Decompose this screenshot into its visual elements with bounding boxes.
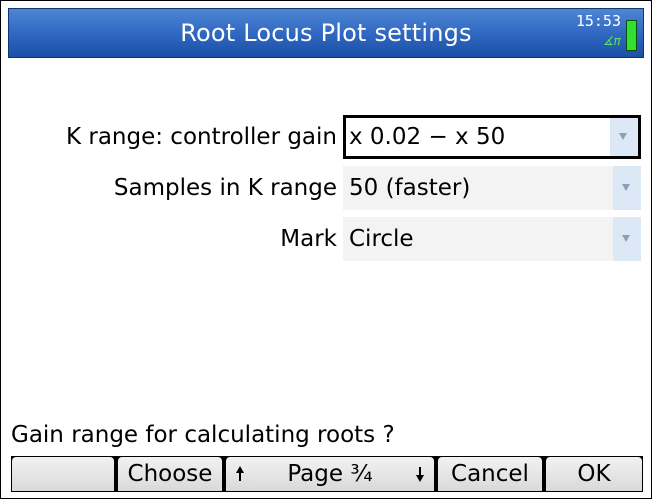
- page-up-arrow-icon: [236, 466, 244, 473]
- page-down-arrow-stem: [419, 467, 421, 475]
- k-range-label: K range: controller gain: [65, 124, 337, 150]
- field-row-samples: Samples in K range 50 (faster): [1, 166, 651, 210]
- k-range-select[interactable]: x 0.02 − x 50: [343, 115, 641, 159]
- page-up-arrow-stem: [239, 473, 241, 481]
- calculator-screen: Root Locus Plot settings 15:53 ∡π K rang…: [0, 0, 652, 499]
- field-row-k-range: K range: controller gain x 0.02 − x 50: [1, 115, 651, 159]
- clock: 15:53: [575, 12, 621, 30]
- samples-select[interactable]: 50 (faster): [343, 166, 641, 210]
- choose-button[interactable]: Choose: [117, 456, 223, 492]
- mark-value: Circle: [349, 226, 414, 252]
- chevron-down-icon: [619, 133, 627, 140]
- ok-button[interactable]: OK: [545, 456, 643, 492]
- window-title: Root Locus Plot settings: [180, 19, 472, 47]
- softkey-1-button[interactable]: [11, 456, 115, 492]
- samples-value: 50 (faster): [349, 175, 471, 201]
- mark-label: Mark: [280, 226, 337, 252]
- mark-select[interactable]: Circle: [343, 217, 641, 261]
- softkey-bar: Choose Page ¾ Cancel OK: [11, 456, 643, 492]
- field-row-mark: Mark Circle: [1, 217, 651, 261]
- samples-label: Samples in K range: [113, 175, 337, 201]
- chevron-down-icon: [622, 235, 630, 242]
- page-label: Page ¾: [287, 461, 373, 487]
- angle-mode-icon: ∡π: [603, 34, 621, 48]
- battery-icon: [626, 20, 637, 51]
- k-range-dropdown[interactable]: [610, 118, 638, 156]
- help-text: Gain range for calculating roots ?: [11, 422, 395, 448]
- title-bar: Root Locus Plot settings 15:53 ∡π: [8, 8, 644, 58]
- samples-dropdown[interactable]: [613, 166, 641, 210]
- cancel-button[interactable]: Cancel: [437, 456, 543, 492]
- chevron-down-icon: [622, 184, 630, 191]
- page-button[interactable]: Page ¾: [225, 456, 435, 492]
- mark-dropdown[interactable]: [613, 217, 641, 261]
- page-down-arrow-icon: [416, 475, 424, 482]
- k-range-value: x 0.02 − x 50: [349, 124, 506, 150]
